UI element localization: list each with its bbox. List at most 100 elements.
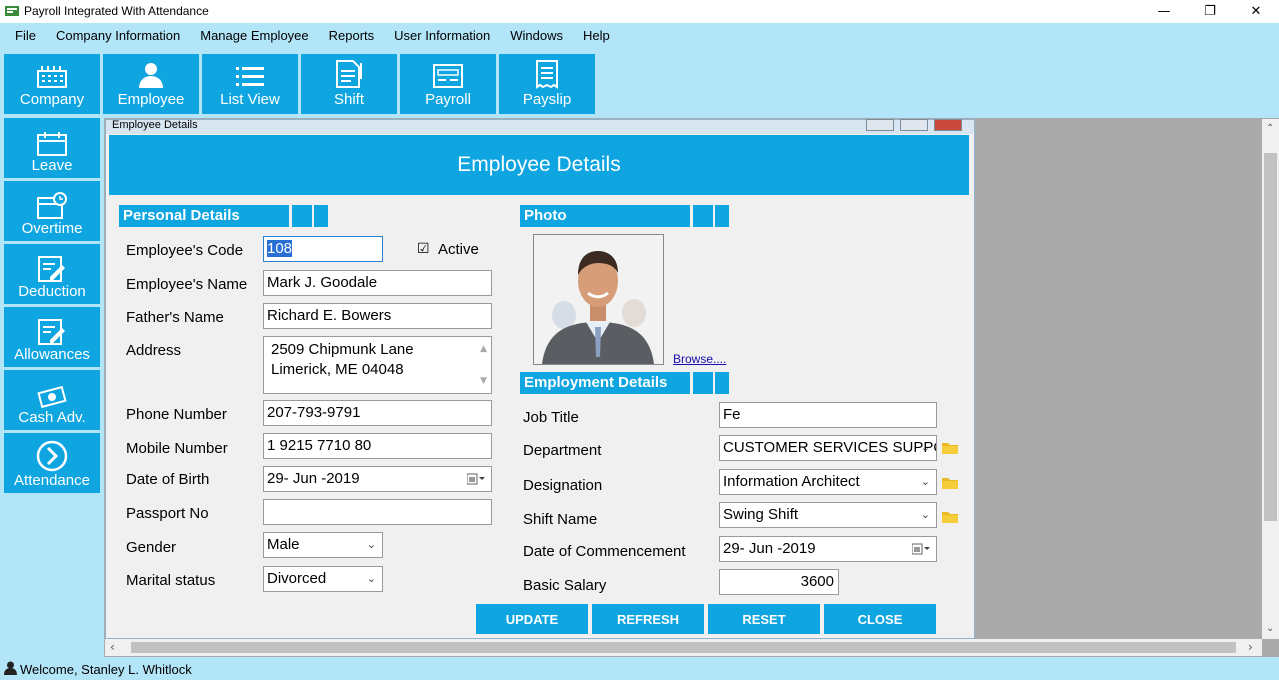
section-marker xyxy=(292,205,312,227)
payroll-label: Payroll xyxy=(425,91,471,108)
allowances-button[interactable]: Allowances xyxy=(4,307,100,367)
date-of-birth-picker[interactable]: 29- Jun -2019 xyxy=(263,466,492,492)
menu-file[interactable]: File xyxy=(0,28,46,43)
scroll-down-icon[interactable]: ⌄ xyxy=(1266,623,1274,634)
gender-select[interactable]: Male ⌄ xyxy=(263,532,383,558)
page-title: Employee Details xyxy=(109,135,969,195)
folder-icon[interactable] xyxy=(942,441,958,454)
gender-value: Male xyxy=(267,536,300,553)
vertical-scrollbar[interactable]: ⌃ ⌄ xyxy=(1262,119,1279,639)
designation-label: Designation xyxy=(523,477,603,494)
phone-number-input[interactable]: 207-793-9791 xyxy=(263,400,492,426)
job-title-input[interactable]: Fe xyxy=(719,402,937,428)
payroll-button[interactable]: Payroll xyxy=(400,54,496,114)
menu-company-information[interactable]: Company Information xyxy=(46,28,190,43)
menu-reports[interactable]: Reports xyxy=(319,28,385,43)
section-marker xyxy=(715,205,729,227)
employee-name-input[interactable]: Mark J. Goodale xyxy=(263,270,492,296)
employee-photo xyxy=(533,234,664,365)
chevron-down-icon: ⌄ xyxy=(920,441,930,454)
scroll-right-icon[interactable]: › xyxy=(1248,640,1253,654)
welcome-text: Welcome, Stanley L. Whitlock xyxy=(20,662,192,677)
photo-title: Photo xyxy=(520,205,690,227)
leave-label: Leave xyxy=(31,157,73,174)
date-of-commencement-picker[interactable]: 29- Jun -2019 xyxy=(719,536,937,562)
mobile-number-input[interactable]: 1 9215 7710 80 xyxy=(263,433,492,459)
designation-value: Information Architect xyxy=(723,473,860,490)
app-icon xyxy=(5,6,19,16)
deduction-button[interactable]: Deduction xyxy=(4,244,100,304)
horizontal-scrollbar[interactable]: ‹ › xyxy=(105,639,1262,656)
menu-windows[interactable]: Windows xyxy=(500,28,573,43)
receipt-icon xyxy=(536,60,558,89)
chevron-down-icon: ⌄ xyxy=(920,508,930,521)
folder-icon[interactable] xyxy=(942,476,958,489)
passport-input[interactable] xyxy=(263,499,492,525)
browse-link[interactable]: Browse.... xyxy=(673,352,726,366)
close-button[interactable]: CLOSE xyxy=(824,604,936,634)
calendar-dropdown-icon[interactable] xyxy=(467,473,485,485)
cash-advance-button[interactable]: Cash Adv. xyxy=(4,370,100,430)
address-line-2: Limerick, ME 04048 xyxy=(271,361,404,378)
employee-code-input[interactable]: 108 xyxy=(263,236,383,262)
child-minimize-icon[interactable] xyxy=(866,119,894,131)
scroll-down-icon[interactable]: ▼ xyxy=(480,371,487,391)
form-edit-icon xyxy=(38,256,65,282)
minimize-icon[interactable]: — xyxy=(1141,0,1187,23)
department-label: Department xyxy=(523,442,602,459)
payslip-label: Payslip xyxy=(522,91,572,108)
cash-icon xyxy=(37,385,67,409)
arrow-circle-icon xyxy=(36,440,68,472)
chevron-down-icon: ⌄ xyxy=(366,538,376,551)
menu-bar: File Company Information Manage Employee… xyxy=(0,23,1279,48)
toolbar: Company Employee List View Shift Payroll… xyxy=(0,48,1279,118)
employee-button[interactable]: Employee xyxy=(103,54,199,114)
document-pen-icon xyxy=(336,60,362,88)
close-window-icon[interactable]: ✕ xyxy=(1233,0,1279,23)
user-icon xyxy=(139,63,163,88)
basic-salary-input[interactable]: 3600 xyxy=(719,569,839,595)
date-of-commencement-value: 29- Jun -2019 xyxy=(723,540,816,557)
scroll-up-icon[interactable]: ▲ xyxy=(480,339,487,359)
menu-help[interactable]: Help xyxy=(573,28,620,43)
vertical-scroll-thumb[interactable] xyxy=(1264,153,1277,521)
calendar-dropdown-icon[interactable] xyxy=(912,543,930,555)
status-bar: Welcome, Stanley L. Whitlock xyxy=(0,657,1279,680)
leave-button[interactable]: Leave xyxy=(4,118,100,178)
attendance-button[interactable]: Attendance xyxy=(4,433,100,493)
deduction-label: Deduction xyxy=(18,283,86,300)
list-view-button[interactable]: List View xyxy=(202,54,298,114)
title-bar: Payroll Integrated With Attendance — ❐ ✕ xyxy=(0,0,1279,23)
list-icon xyxy=(236,67,264,86)
window-title: Payroll Integrated With Attendance xyxy=(24,4,209,18)
user-icon xyxy=(4,661,17,675)
personal-details-title: Personal Details xyxy=(119,205,289,227)
building-icon xyxy=(37,66,67,88)
list-view-label: List View xyxy=(220,91,280,108)
payslip-button[interactable]: Payslip xyxy=(499,54,595,114)
reset-button[interactable]: RESET xyxy=(708,604,820,634)
shift-name-label: Shift Name xyxy=(523,511,598,528)
designation-select[interactable]: Information Architect ⌄ xyxy=(719,469,937,495)
overtime-button[interactable]: Overtime xyxy=(4,181,100,241)
scroll-left-icon[interactable]: ‹ xyxy=(110,640,115,654)
update-button[interactable]: UPDATE xyxy=(476,604,588,634)
folder-icon[interactable] xyxy=(942,510,958,523)
menu-manage-employee[interactable]: Manage Employee xyxy=(190,28,318,43)
child-close-icon[interactable] xyxy=(934,119,962,131)
department-select[interactable]: CUSTOMER SERVICES SUPPORT ⌄ xyxy=(719,435,937,461)
horizontal-scroll-thumb[interactable] xyxy=(131,642,1236,653)
child-restore-icon[interactable] xyxy=(900,119,928,131)
scroll-up-icon[interactable]: ⌃ xyxy=(1266,123,1274,134)
active-checkbox[interactable]: ☑ xyxy=(417,241,430,257)
shift-button[interactable]: Shift xyxy=(301,54,397,114)
refresh-button[interactable]: REFRESH xyxy=(592,604,704,634)
shift-name-select[interactable]: Swing Shift ⌄ xyxy=(719,502,937,528)
company-button[interactable]: Company xyxy=(4,54,100,114)
father-name-input[interactable]: Richard E. Bowers xyxy=(263,303,492,329)
date-of-birth-value: 29- Jun -2019 xyxy=(267,470,360,487)
restore-icon[interactable]: ❐ xyxy=(1187,0,1233,23)
menu-user-information[interactable]: User Information xyxy=(384,28,500,43)
address-textarea[interactable]: 2509 Chipmunk Lane Limerick, ME 04048 ▲ … xyxy=(263,336,492,394)
marital-status-select[interactable]: Divorced ⌄ xyxy=(263,566,383,592)
